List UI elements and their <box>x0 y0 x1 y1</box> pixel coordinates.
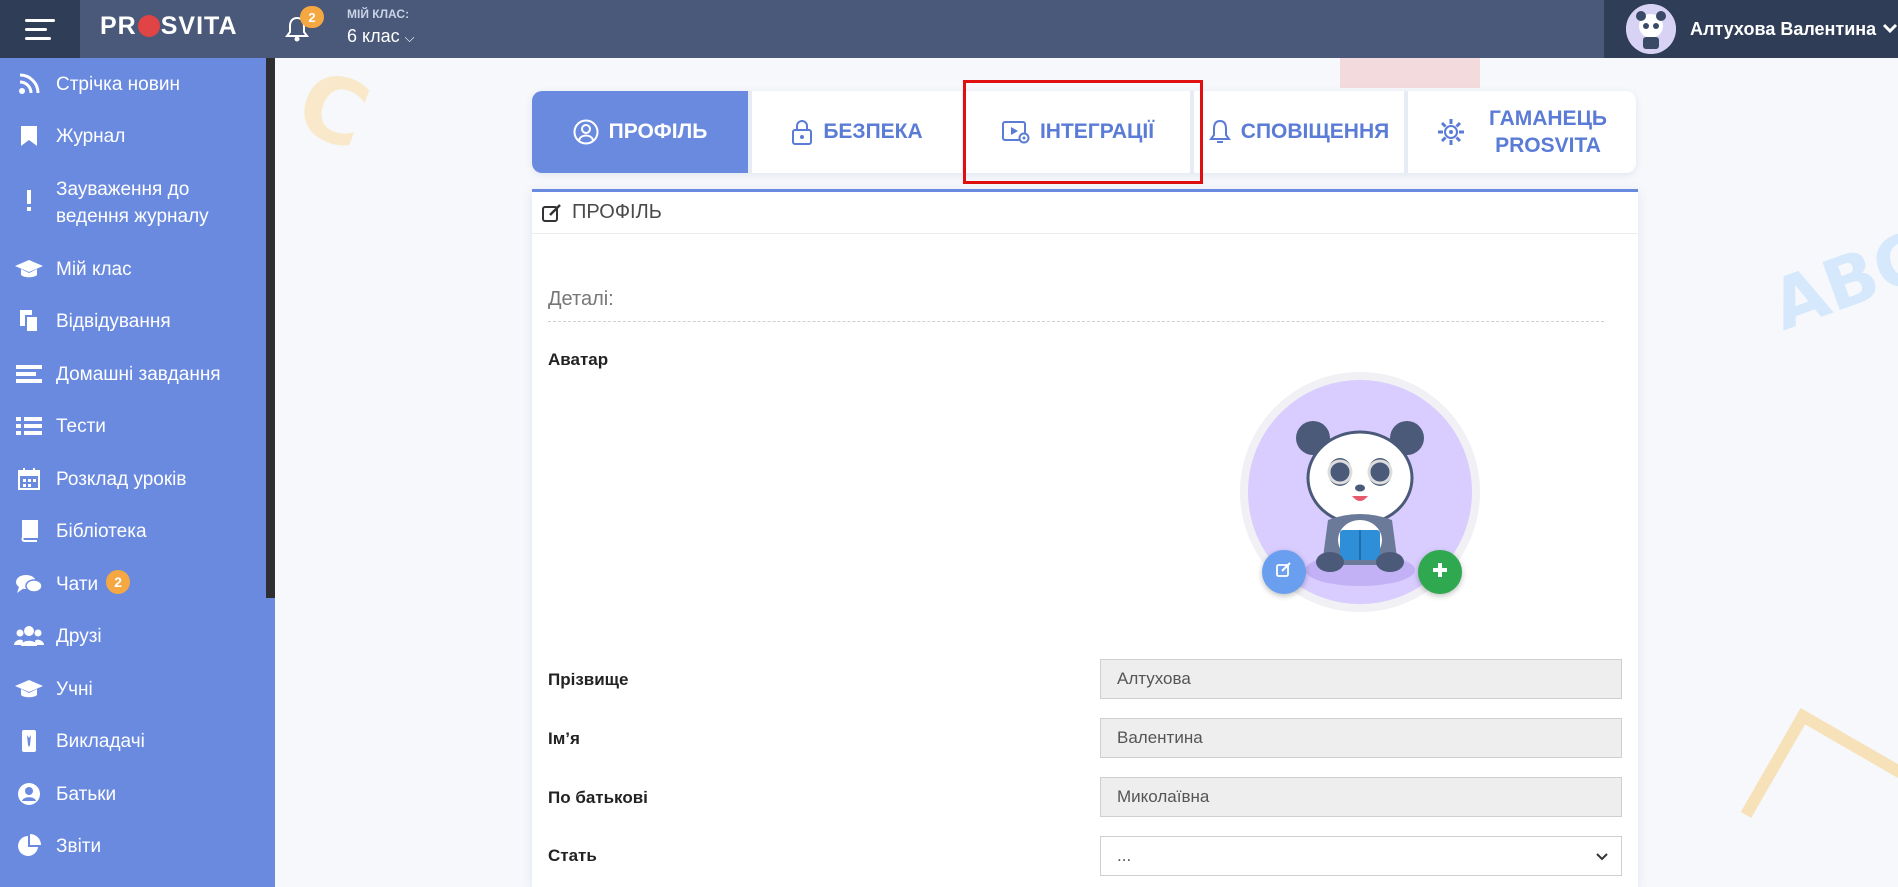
chevron-down-icon <box>1882 20 1898 38</box>
hamburger-icon <box>25 16 55 43</box>
sidebar-item-journal[interactable]: Журнал <box>0 123 266 150</box>
notifications-badge: 2 <box>300 6 324 28</box>
gender-label: Стать <box>548 846 597 865</box>
background-book-decoration <box>1340 58 1480 88</box>
graduation-cap-icon <box>14 676 44 702</box>
tab-label: ПРОФІЛЬ <box>608 120 708 143</box>
pie-chart-icon <box>14 833 44 859</box>
tab-label-line2: PROSVITA <box>1495 134 1601 157</box>
teacher-icon <box>14 728 44 754</box>
background-abc-decoration-right: ABC <box>1760 215 1898 347</box>
user-circle-icon <box>573 119 599 145</box>
users-icon <box>14 623 44 649</box>
sidebar-item-label: Розклад уроків <box>56 469 187 490</box>
sidebar-item-students[interactable]: Учні <box>0 676 266 703</box>
bell-icon <box>1208 119 1231 145</box>
sidebar-item-reports[interactable]: Звіти <box>0 833 266 860</box>
tab-notifications[interactable]: СПОВІЩЕННЯ <box>1194 91 1404 173</box>
graduation-cap-icon <box>14 256 44 282</box>
app-logo[interactable]: PR SVITA <box>100 12 238 41</box>
user-avatar <box>1626 4 1676 54</box>
tab-profile[interactable]: ПРОФІЛЬ <box>532 91 748 173</box>
add-avatar-button[interactable] <box>1418 550 1462 594</box>
user-circle-icon <box>14 781 44 807</box>
sidebar-item-label: Друзі <box>56 626 102 647</box>
sidebar-item-label: Журнал <box>56 126 126 147</box>
chevron-down-icon <box>1595 846 1609 866</box>
sidebar-item-label: Відвідування <box>56 311 171 332</box>
chevron-down-icon: ⌵ <box>404 30 415 45</box>
sidebar-item-label: Мій клас <box>56 259 132 280</box>
top-bar: PR SVITA 2 МІЙ КЛАС: 6 клас ⌵ Алтухова Ва… <box>0 0 1898 58</box>
list-bullets-icon <box>14 413 44 439</box>
class-selector[interactable]: 6 клас ⌵ <box>347 26 414 47</box>
logo-play-icon <box>137 15 160 37</box>
edit-icon <box>1276 561 1292 583</box>
edit-avatar-button[interactable] <box>1262 550 1306 594</box>
patronymic-field[interactable]: Миколаївна <box>1100 777 1622 817</box>
sidebar-item-label: Учні <box>56 679 93 700</box>
sidebar-item-label: Чати <box>56 574 99 595</box>
plus-icon <box>1432 562 1448 583</box>
my-class-label: МІЙ КЛАС: <box>347 7 410 21</box>
chats-unread-badge: 2 <box>106 570 131 594</box>
sidebar-item-label: Зауваження до ведення журналу <box>56 179 209 227</box>
sidebar-item-journal-remarks[interactable]: Зауваження до ведення журналу <box>0 176 266 230</box>
tab-security[interactable]: БЕЗПЕКА <box>752 91 962 173</box>
sidebar-item-chats[interactable]: Чати 2 <box>0 570 266 598</box>
tab-wallet[interactable]: ГАМАНЕЦЬ PROSVITA <box>1408 91 1636 173</box>
tab-label-line1: ГАМАНЕЦЬ <box>1488 107 1607 130</box>
document-copy-icon <box>14 308 44 334</box>
sidebar-item-friends[interactable]: Друзі <box>0 623 266 650</box>
sidebar-item-news-feed[interactable]: Стрічка новин <box>0 71 266 98</box>
avatar-label: Аватар <box>548 350 609 369</box>
sidebar-item-attendance[interactable]: Відвідування <box>0 308 266 335</box>
lock-icon <box>791 119 813 145</box>
panel-title: ПРОФІЛЬ <box>572 201 662 223</box>
calendar-icon <box>14 466 44 492</box>
highlight-box <box>963 80 1203 184</box>
sidebar-item-parents[interactable]: Батьки <box>0 781 266 808</box>
background-abc-decoration: C <box>284 49 383 172</box>
sidebar-item-label: Тести <box>56 416 106 437</box>
sidebar-item-homework[interactable]: Домашні завдання <box>0 361 266 388</box>
exclamation-icon <box>14 188 44 214</box>
sidebar-item-label: Бібліотека <box>56 521 147 542</box>
sidebar-scrollbar[interactable] <box>266 58 275 598</box>
bookmark-icon <box>14 123 44 149</box>
list-icon <box>14 361 44 387</box>
gender-select[interactable]: ... <box>1100 836 1622 876</box>
gender-select-value: ... <box>1117 846 1132 865</box>
patronymic-label: По батькові <box>548 788 648 807</box>
sidebar-item-label: Домашні завдання <box>56 364 221 385</box>
sidebar-item-label: Батьки <box>56 784 117 805</box>
surname-label: Прізвище <box>548 670 629 689</box>
chat-icon <box>14 571 44 597</box>
profile-panel: ПРОФІЛЬ Деталі: Аватар Прізвище Алтухова… <box>532 189 1638 887</box>
user-name: Алтухова Валентина <box>1690 18 1877 39</box>
tab-label: ГАМАНЕЦЬ PROSVITA <box>1489 105 1607 159</box>
book-icon <box>14 518 44 544</box>
sidebar-item-label: Звіти <box>56 836 102 857</box>
details-title: Деталі: <box>548 288 1604 322</box>
panel-header: ПРОФІЛЬ <box>532 192 1638 234</box>
sidebar-item-library[interactable]: Бібліотека <box>0 518 266 545</box>
menu-toggle-button[interactable] <box>0 0 80 58</box>
sidebar-item-teachers[interactable]: Викладачі <box>0 728 266 755</box>
background-ruler-decoration <box>1740 708 1898 887</box>
sidebar-item-my-class[interactable]: Мій клас <box>0 256 266 283</box>
sidebar-item-label: Стрічка новин <box>56 74 180 95</box>
sidebar-item-label: Викладачі <box>56 731 145 752</box>
tab-label: БЕЗПЕКА <box>823 120 923 143</box>
user-menu[interactable]: Алтухова Валентина <box>1604 0 1898 58</box>
rss-icon <box>14 71 44 97</box>
tab-label: СПОВІЩЕННЯ <box>1240 120 1390 143</box>
edit-icon <box>542 203 562 222</box>
gear-icon <box>1437 118 1465 146</box>
first-name-label: Ім’я <box>548 729 580 748</box>
sidebar-item-tests[interactable]: Тести <box>0 413 266 440</box>
surname-field[interactable]: Алтухова <box>1100 659 1622 699</box>
sidebar-item-schedule[interactable]: Розклад уроків <box>0 466 266 493</box>
first-name-field[interactable]: Валентина <box>1100 718 1622 758</box>
